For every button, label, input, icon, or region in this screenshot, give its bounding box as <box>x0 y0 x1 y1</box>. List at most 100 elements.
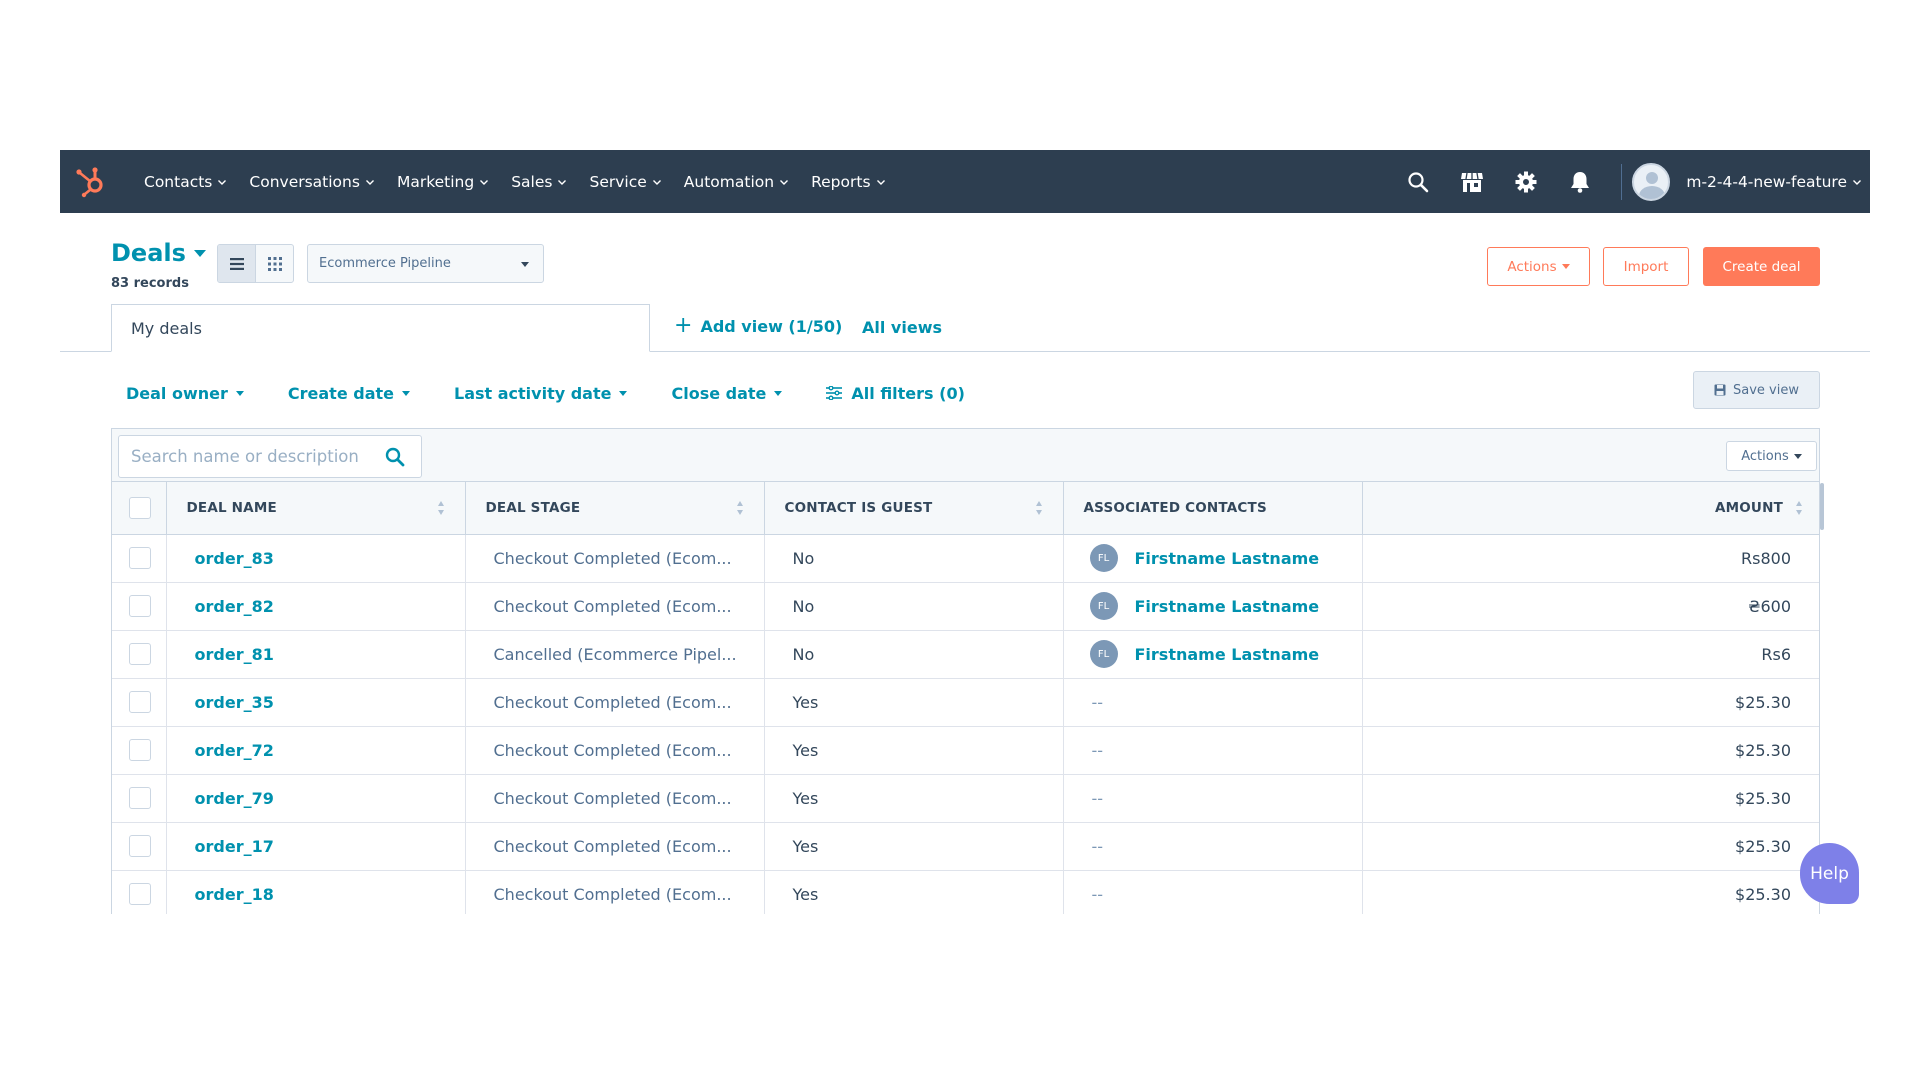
column-header-deal-name[interactable]: DEAL NAME <box>166 482 466 535</box>
table-actions-button[interactable]: Actions <box>1726 441 1817 471</box>
filter-label: Close date <box>671 383 767 403</box>
deal-name-link[interactable]: order_81 <box>195 645 274 664</box>
hubspot-logo-icon[interactable] <box>74 164 108 198</box>
filter-close-date[interactable]: Close date <box>671 383 783 403</box>
deal-name-link[interactable]: order_18 <box>195 885 274 904</box>
table-row[interactable]: order_79 Checkout Completed (Ecom... Yes --… <box>112 774 1819 823</box>
caret-down-icon <box>1561 264 1570 269</box>
sort-icon[interactable] <box>736 500 744 516</box>
row-checkbox[interactable] <box>129 787 151 809</box>
table-actions-label: Actions <box>1741 448 1789 464</box>
table-row[interactable]: order_81 Cancelled (Ecommerce Pipel... No F… <box>112 630 1819 679</box>
marketplace-icon[interactable] <box>1460 170 1484 194</box>
row-checkbox[interactable] <box>129 739 151 761</box>
table-scrollbar[interactable] <box>1820 483 1824 530</box>
nav-item-conversations[interactable]: Conversations <box>249 173 375 191</box>
column-header-contact-is-guest[interactable]: CONTACT IS GUEST <box>764 482 1064 535</box>
contact-is-guest-cell: No <box>764 630 1064 679</box>
amount-cell: $25.30 <box>1362 678 1819 727</box>
caret-down-icon <box>235 390 244 396</box>
nav-item-contacts[interactable]: Contacts <box>144 173 227 191</box>
column-header-amount[interactable]: AMOUNT <box>1362 482 1819 535</box>
empty-value: -- <box>1091 836 1104 856</box>
contact-link[interactable]: Firstname Lastname <box>1135 597 1320 616</box>
help-button[interactable]: Help <box>1800 843 1859 904</box>
nav-item-reports[interactable]: Reports <box>811 173 885 191</box>
filter-last-activity-date[interactable]: Last activity date <box>454 383 628 403</box>
column-header-deal-stage[interactable]: DEAL STAGE <box>465 482 765 535</box>
nav-item-marketing[interactable]: Marketing <box>397 173 489 191</box>
settings-icon[interactable] <box>1514 170 1538 194</box>
row-select-cell <box>112 726 167 775</box>
nav-item-sales[interactable]: Sales <box>511 173 567 191</box>
account-name: m-2-4-4-new-feature <box>1686 172 1847 191</box>
row-select-cell <box>112 822 167 871</box>
deal-name-link[interactable]: order_83 <box>195 549 274 568</box>
nav-divider <box>1621 163 1623 200</box>
contact-avatar: FL <box>1089 592 1118 620</box>
associated-contacts-cell: FL Firstname Lastname <box>1063 630 1363 679</box>
row-checkbox[interactable] <box>129 883 151 905</box>
table-row[interactable]: order_35 Checkout Completed (Ecom... Yes --… <box>112 678 1819 727</box>
chevron-down-icon <box>652 179 661 185</box>
select-all-checkbox[interactable] <box>129 496 151 519</box>
notifications-icon[interactable] <box>1568 170 1592 194</box>
row-checkbox[interactable] <box>129 643 151 665</box>
sort-icon[interactable] <box>437 500 445 516</box>
row-select-cell <box>112 630 167 679</box>
record-count: 83 records <box>111 276 189 291</box>
save-view-button[interactable]: Save view <box>1693 371 1820 409</box>
table-row[interactable]: order_18 Checkout Completed (Ecom... Yes --… <box>112 870 1819 914</box>
deals-table-container: Actions DEAL NAME DEAL STAGE CONTACT IS … <box>111 428 1820 914</box>
row-checkbox[interactable] <box>129 595 151 617</box>
actions-button[interactable]: Actions <box>1487 247 1590 286</box>
table-row[interactable]: order_82 Checkout Completed (Ecom... No FL F… <box>112 582 1819 631</box>
create-deal-button[interactable]: Create deal <box>1703 247 1820 286</box>
row-checkbox[interactable] <box>129 547 151 569</box>
search-input[interactable] <box>131 447 376 466</box>
nav-item-label: Service <box>589 172 647 191</box>
deal-name-link[interactable]: order_35 <box>195 693 274 712</box>
account-menu[interactable]: m-2-4-4-new-feature <box>1686 173 1862 191</box>
deal-name-link[interactable]: order_17 <box>195 837 274 856</box>
sort-icon[interactable] <box>1795 500 1803 516</box>
deal-name-link[interactable]: order_79 <box>195 789 274 808</box>
import-label: Import <box>1623 258 1669 275</box>
contact-is-guest-cell: No <box>764 582 1064 631</box>
pipeline-select[interactable]: Ecommerce Pipeline <box>307 244 544 283</box>
avatar[interactable] <box>1632 162 1671 201</box>
board-view-button[interactable] <box>256 245 293 282</box>
sort-icon[interactable] <box>1035 500 1043 516</box>
nav-item-automation[interactable]: Automation <box>684 173 789 191</box>
contact-link[interactable]: Firstname Lastname <box>1135 549 1320 568</box>
save-icon <box>1714 384 1726 396</box>
all-filters-button[interactable]: All filters (0) <box>826 384 965 403</box>
contact-link[interactable]: Firstname Lastname <box>1135 645 1320 664</box>
empty-value: -- <box>1091 740 1104 760</box>
add-view-button[interactable]: + Add view (1/50) <box>674 315 842 337</box>
filter-label: Last activity date <box>454 383 612 403</box>
row-checkbox[interactable] <box>129 691 151 713</box>
row-checkbox[interactable] <box>129 835 151 857</box>
table-row[interactable]: order_83 Checkout Completed (Ecom... No FL F… <box>112 534 1819 583</box>
column-header-associated-contacts[interactable]: ASSOCIATED CONTACTS <box>1063 482 1363 535</box>
search-icon[interactable] <box>385 447 405 467</box>
deal-name-link[interactable]: order_82 <box>195 597 274 616</box>
list-view-button[interactable] <box>218 245 256 282</box>
caret-down-icon <box>774 390 783 396</box>
amount-cell: Rs6 <box>1362 630 1819 679</box>
filter-create-date[interactable]: Create date <box>288 384 410 403</box>
filter-deal-owner[interactable]: Deal owner <box>126 384 244 403</box>
all-views-link[interactable]: All views <box>862 318 942 337</box>
search-icon[interactable] <box>1406 170 1430 194</box>
view-toggle <box>217 244 294 283</box>
nav-item-service[interactable]: Service <box>589 173 661 191</box>
tab-my-deals[interactable]: My deals <box>111 304 650 352</box>
object-switcher[interactable]: Deals <box>111 239 206 267</box>
amount-cell: $25.30 <box>1362 822 1819 871</box>
import-button[interactable]: Import <box>1603 247 1689 286</box>
table-row[interactable]: order_72 Checkout Completed (Ecom... Yes --… <box>112 726 1819 775</box>
table-row[interactable]: order_17 Checkout Completed (Ecom... Yes --… <box>112 822 1819 871</box>
deal-name-link[interactable]: order_72 <box>195 741 274 760</box>
page-title: Deals <box>111 239 186 267</box>
